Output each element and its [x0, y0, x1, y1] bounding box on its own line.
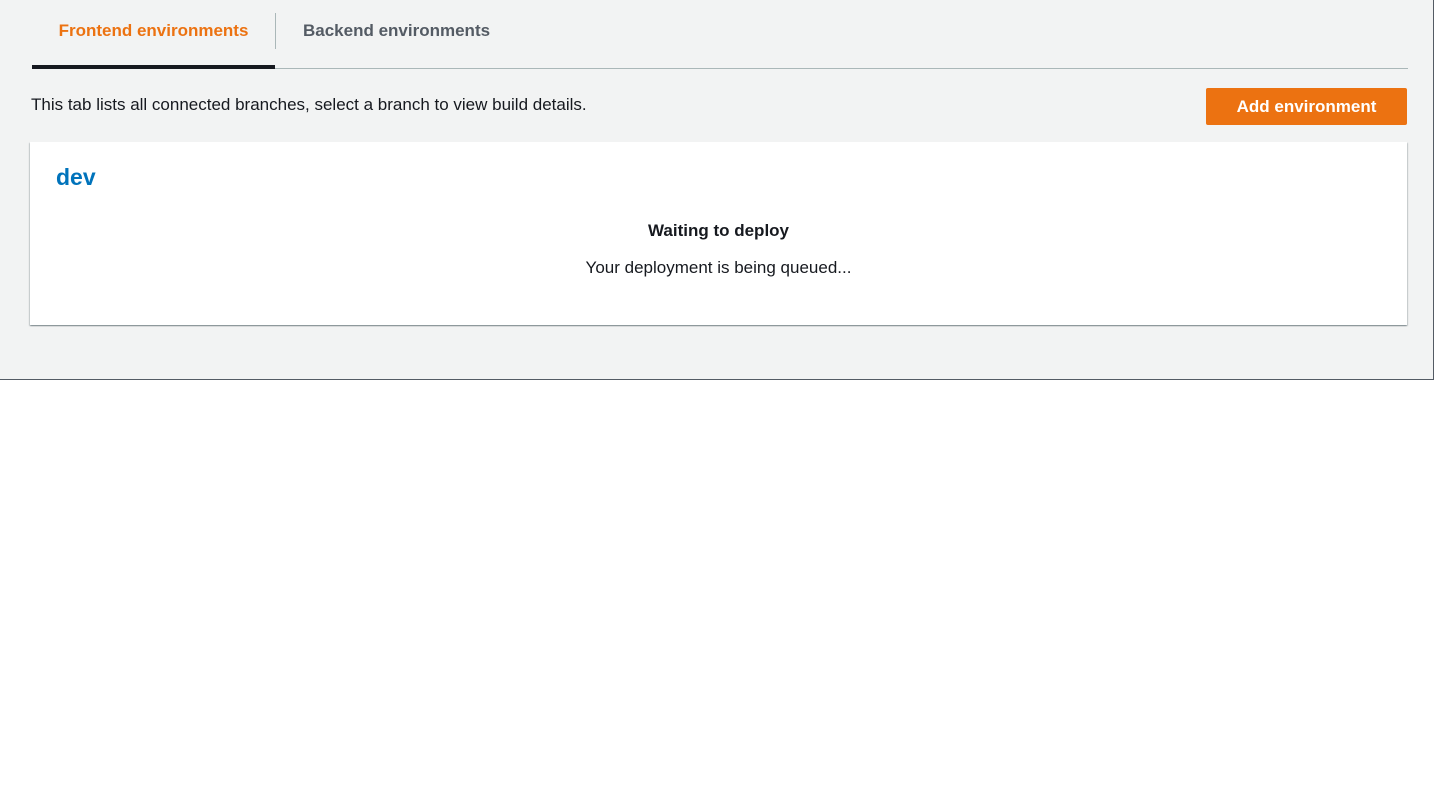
- branch-card: dev Waiting to deploy Your deployment is…: [30, 142, 1407, 325]
- deployment-status-message: Your deployment is being queued...: [585, 258, 852, 277]
- branch-link-dev[interactable]: dev: [56, 164, 96, 191]
- environment-tabs: Frontend environments Backend environmen…: [32, 0, 1408, 69]
- tab-description: This tab lists all connected branches, s…: [31, 95, 587, 114]
- add-environment-button[interactable]: Add environment: [1206, 88, 1407, 125]
- environments-panel: Frontend environments Backend environmen…: [0, 0, 1434, 380]
- tab-backend-environments[interactable]: Backend environments: [276, 0, 515, 68]
- deployment-status-title: Waiting to deploy: [647, 221, 790, 240]
- tab-frontend-environments[interactable]: Frontend environments: [32, 0, 275, 69]
